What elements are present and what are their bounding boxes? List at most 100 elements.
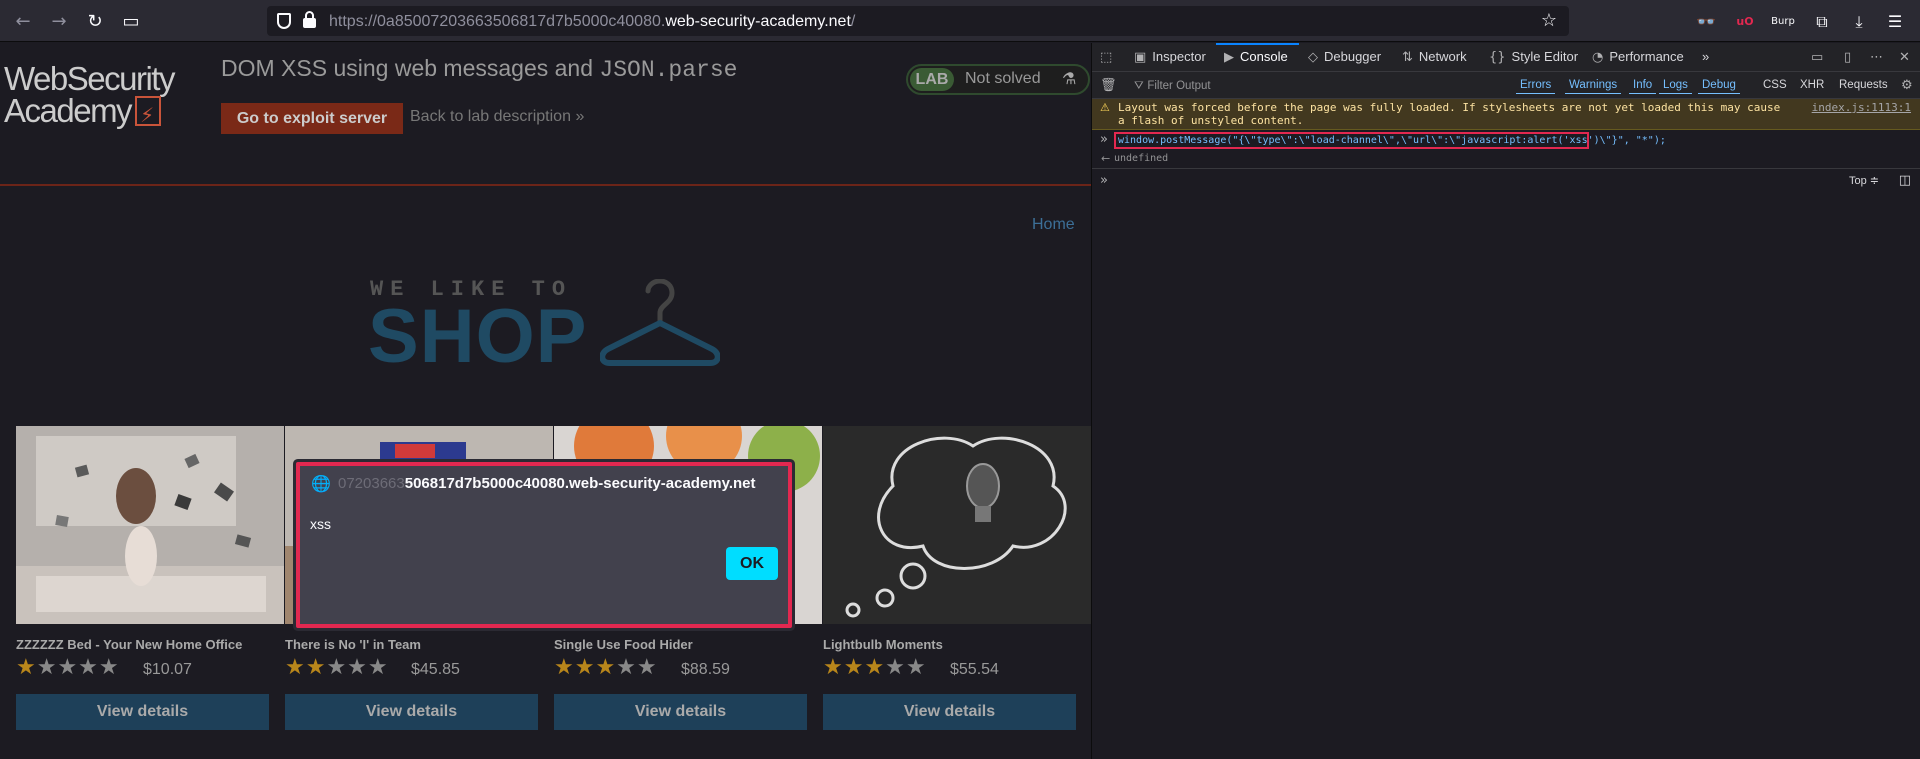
tab-console[interactable]: ▶ Console [1224, 49, 1288, 65]
product-name: Single Use Food Hider [554, 637, 693, 652]
pick-element-icon[interactable]: ⬚ [1100, 49, 1118, 65]
console-icon: ▶ [1224, 50, 1234, 65]
warning-source-link[interactable]: index.js:1113:1 [1812, 101, 1911, 114]
more-tabs-icon[interactable]: » [1702, 49, 1709, 64]
tab-inspector[interactable]: ▣ Inspector [1134, 49, 1206, 65]
command-text: window.postMessage("{\"type\":\"load-cha… [1118, 135, 1666, 146]
result-value: undefined [1114, 153, 1169, 164]
home-link[interactable]: Home [1032, 216, 1075, 234]
tab-debugger[interactable]: ◇ Debugger [1308, 49, 1381, 65]
burp-icon[interactable]: Burp [1771, 10, 1795, 34]
tab-style-editor[interactable]: {} Style Editor [1489, 49, 1578, 65]
view-details-button[interactable]: View details [16, 694, 269, 730]
console-input[interactable]: » Top ≑ ◫ [1092, 171, 1920, 193]
product-price: $88.59 [681, 661, 730, 678]
warning-text: Layout was forced before the page was fu… [1118, 101, 1781, 127]
filter-warnings[interactable]: Warnings [1565, 77, 1622, 94]
product-rating-1: ★★★★★ [16, 655, 120, 680]
dock-icon[interactable]: ▭ [1811, 49, 1829, 65]
product-rating-4: ★★★★★ [823, 655, 927, 680]
filter-errors[interactable]: Errors [1516, 77, 1556, 94]
ok-button[interactable]: OK [726, 547, 778, 580]
command-chevron-icon: » [1100, 132, 1108, 147]
spy-glasses-icon[interactable]: 👓 [1694, 10, 1718, 34]
logo-bolt-icon [135, 96, 162, 131]
filter-xhr[interactable]: XHR [1796, 77, 1828, 94]
view-details-button[interactable]: View details [554, 694, 807, 730]
console-settings-gear-icon[interactable]: ⚙ [1901, 77, 1919, 93]
warning-icon: ⚠ [1100, 101, 1110, 114]
back-to-lab-link[interactable]: Back to lab description » [410, 108, 584, 126]
result-arrow-icon: ← [1101, 152, 1111, 165]
filter-logs[interactable]: Logs [1659, 77, 1692, 94]
web-security-academy-logo[interactable]: WebSecurity Academy [4, 62, 204, 131]
devtools-panel: ⬚ ▣ Inspector ▶ Console ◇ Debugger ⇅ Network… [1091, 43, 1920, 759]
browser-toolbar: ← → ↻ ▭ https://0a85007203663506817d7b50… [0, 0, 1920, 42]
tagline-main: SHOP [368, 294, 588, 379]
extensions-icon[interactable]: ⧉ [1810, 10, 1834, 34]
sidebar-icon[interactable]: ▭ [120, 11, 142, 33]
shield-icon[interactable] [277, 13, 291, 29]
performance-icon: ◔ [1592, 50, 1604, 65]
console-warning-message: ⚠ Layout was forced before the page was … [1092, 99, 1920, 130]
dialog-message: xss [310, 516, 331, 532]
lab-label: LAB [910, 68, 954, 91]
ublock-icon[interactable]: uO [1733, 10, 1757, 34]
back-icon[interactable]: ← [12, 11, 34, 33]
network-icon: ⇅ [1402, 50, 1413, 65]
product-card: Lightbulb Moments ★★★★★ $55.54 View deta… [823, 426, 1091, 756]
context-selector[interactable]: Top ≑ [1849, 174, 1879, 187]
product-image-lightbulb[interactable] [823, 426, 1091, 624]
product-rating-2: ★★★★★ [285, 655, 389, 680]
product-price: $55.54 [950, 661, 999, 678]
split-console-icon[interactable]: ▯ [1844, 49, 1857, 65]
input-chevron-icon: » [1100, 173, 1108, 188]
web-page: WebSecurity Academy DOM XSS using web me… [0, 43, 1091, 759]
dialog-origin: 07203663506817d7b5000c40080.web-security… [338, 475, 756, 492]
forward-icon[interactable]: → [48, 11, 70, 33]
view-details-button[interactable]: View details [285, 694, 538, 730]
header-divider [0, 184, 1091, 186]
filter-info[interactable]: Info [1629, 77, 1657, 94]
product-price: $45.85 [411, 661, 460, 678]
devtools-menu-icon[interactable]: ⋯ [1870, 49, 1889, 65]
debugger-icon: ◇ [1308, 50, 1318, 65]
product-card: ZZZZZZ Bed - Your New Home Office ★★★★★ … [16, 426, 285, 756]
sidebar-toggle-icon[interactable]: ◫ [1899, 173, 1911, 188]
alert-dialog: 🌐 07203663506817d7b5000c40080.web-securi… [296, 462, 792, 628]
trash-icon[interactable]: 🗑 [1100, 77, 1123, 93]
devtools-tabbar: ⬚ ▣ Inspector ▶ Console ◇ Debugger ⇅ Network… [1092, 43, 1920, 72]
inspector-icon: ▣ [1134, 50, 1147, 65]
close-devtools-icon[interactable]: ✕ [1899, 49, 1916, 65]
url-text[interactable]: https://0a85007203663506817d7b5000c40080… [329, 13, 855, 31]
style-editor-icon: {} [1489, 50, 1506, 65]
product-rating-3: ★★★★★ [554, 655, 658, 680]
hanger-icon [600, 279, 720, 366]
filter-output-input[interactable]: ⛛ Filter Output [1134, 78, 1211, 93]
menu-icon[interactable]: ☰ [1883, 10, 1907, 34]
bookmark-star-icon[interactable]: ☆ [1541, 10, 1557, 31]
console-result-row: ← undefined [1092, 151, 1920, 169]
lab-status-text: Not solved [965, 70, 1041, 87]
reload-icon[interactable]: ↻ [84, 11, 106, 33]
highlighted-command[interactable]: window.postMessage("{\"type\":\"load-cha… [1114, 132, 1666, 149]
downloads-icon[interactable]: ⤓ [1847, 10, 1871, 34]
product-image-bed[interactable] [16, 426, 284, 624]
active-tab-indicator [1216, 43, 1299, 45]
tab-performance[interactable]: ◔ Performance [1592, 49, 1684, 65]
product-name: There is No 'I' in Team [285, 637, 421, 652]
product-name: ZZZZZZ Bed - Your New Home Office [16, 637, 243, 652]
console-command-row: » window.postMessage("{\"type\":\"load-c… [1092, 131, 1920, 150]
product-price: $10.07 [143, 661, 192, 678]
filter-debug[interactable]: Debug [1698, 77, 1740, 94]
tab-network[interactable]: ⇅ Network [1402, 49, 1467, 65]
lab-status-badge: LAB Not solved ⚗ [906, 64, 1090, 95]
exploit-server-button[interactable]: Go to exploit server [221, 103, 403, 134]
lock-icon[interactable] [303, 11, 316, 28]
filter-requests[interactable]: Requests [1835, 77, 1892, 94]
url-bar[interactable]: https://0a85007203663506817d7b5000c40080… [267, 6, 1569, 36]
lab-title: DOM XSS using web messages and JSON.pars… [221, 55, 738, 83]
console-filterbar: 🗑 ⛛ Filter Output Errors Warnings Info L… [1092, 72, 1920, 99]
view-details-button[interactable]: View details [823, 694, 1076, 730]
filter-css[interactable]: CSS [1759, 77, 1791, 94]
